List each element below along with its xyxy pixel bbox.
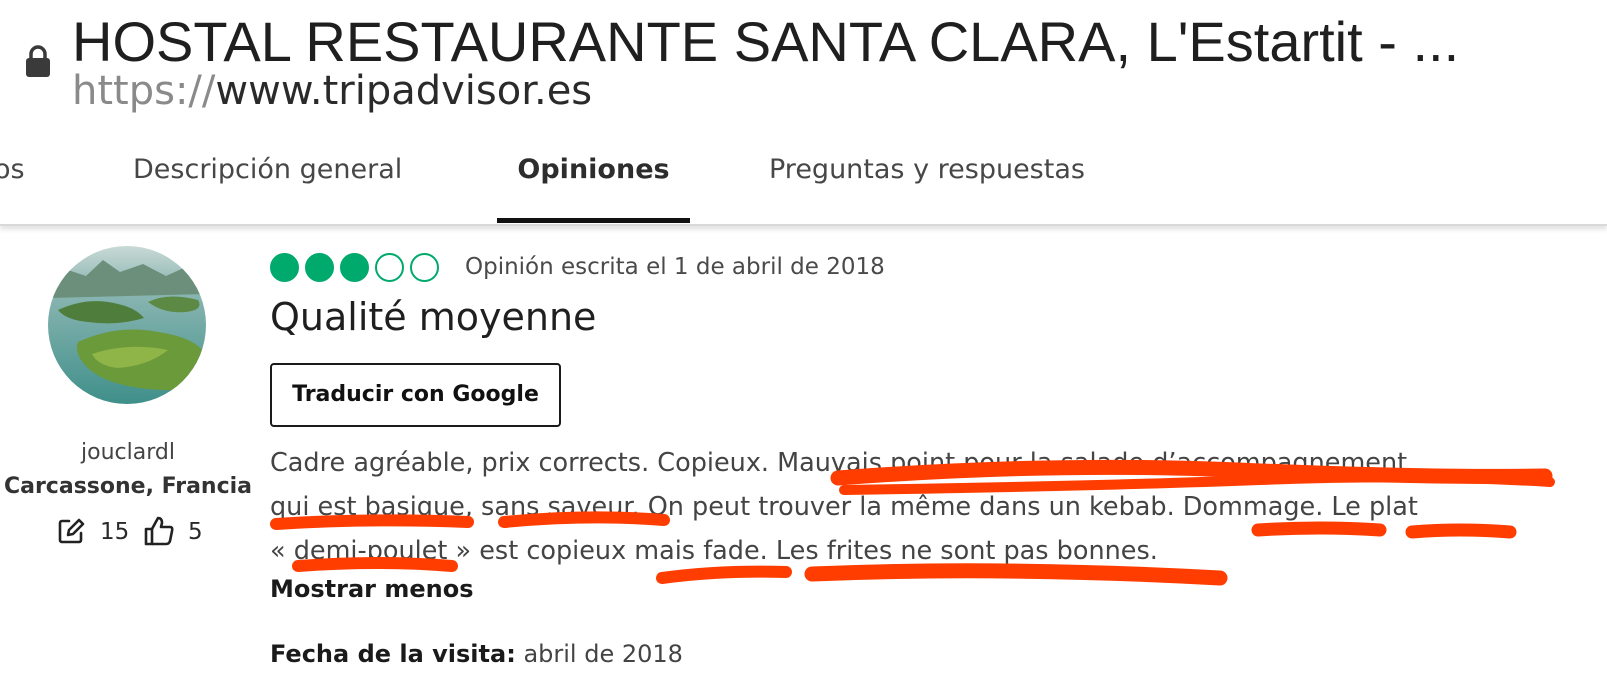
show-less-link[interactable]: Mostrar menos bbox=[270, 575, 474, 603]
rating-bubble-empty bbox=[410, 253, 439, 282]
visit-date-label: Fecha de la visita: bbox=[270, 640, 516, 668]
contributions-count: 15 bbox=[100, 519, 130, 545]
rating-bubble-filled bbox=[340, 253, 369, 282]
visit-date: Fecha de la visita: abril de 2018 bbox=[270, 640, 683, 668]
thumbs-up-icon bbox=[144, 516, 174, 546]
review-body-line: « demi-poulet » est copieux mais fade. L… bbox=[270, 536, 1158, 566]
review-title[interactable]: Qualité moyenne bbox=[270, 295, 596, 339]
review-body-line: Cadre agréable, prix corrects. Copieux. … bbox=[270, 448, 1408, 478]
avatar-landscape-image bbox=[48, 246, 206, 404]
reviewer-username[interactable]: jouclardl bbox=[0, 440, 256, 465]
active-tab-indicator bbox=[497, 218, 690, 223]
reviewer-location: Carcassone, Francia bbox=[3, 474, 253, 499]
rating-bubble-empty bbox=[375, 253, 404, 282]
tab-reviews[interactable]: Opiniones bbox=[497, 124, 690, 220]
browser-url-bar[interactable]: HOSTAL RESTAURANTE SANTA CLARA, L'Estart… bbox=[0, 0, 1607, 126]
rating-bubble-filled bbox=[270, 253, 299, 282]
url-text[interactable]: https://www.tripadvisor.es bbox=[72, 62, 592, 120]
edit-icon bbox=[58, 518, 85, 544]
review-body: Cadre agréable, prix corrects. Copieux. … bbox=[270, 441, 1570, 573]
tab-questions[interactable]: Preguntas y respuestas bbox=[769, 124, 1085, 220]
visit-date-value: abril de 2018 bbox=[523, 640, 683, 668]
review-date: Opinión escrita el 1 de abril de 2018 bbox=[465, 254, 885, 280]
tab-photos-partial[interactable]: os bbox=[0, 124, 25, 220]
avatar[interactable] bbox=[48, 246, 206, 404]
tab-overview[interactable]: Descripción general bbox=[133, 124, 402, 220]
helpful-votes-count: 5 bbox=[188, 519, 203, 545]
section-tabs: os Descripción general Opiniones Pregunt… bbox=[0, 124, 1607, 226]
url-host: www.tripadvisor.es bbox=[215, 68, 593, 114]
lock-icon bbox=[26, 45, 50, 77]
review-body-line: qui est basique, sans saveur. On peut tr… bbox=[270, 492, 1418, 522]
url-scheme: https:// bbox=[72, 68, 216, 114]
rating-bubble-filled bbox=[305, 253, 334, 282]
translate-button[interactable]: Traducir con Google bbox=[270, 363, 561, 427]
